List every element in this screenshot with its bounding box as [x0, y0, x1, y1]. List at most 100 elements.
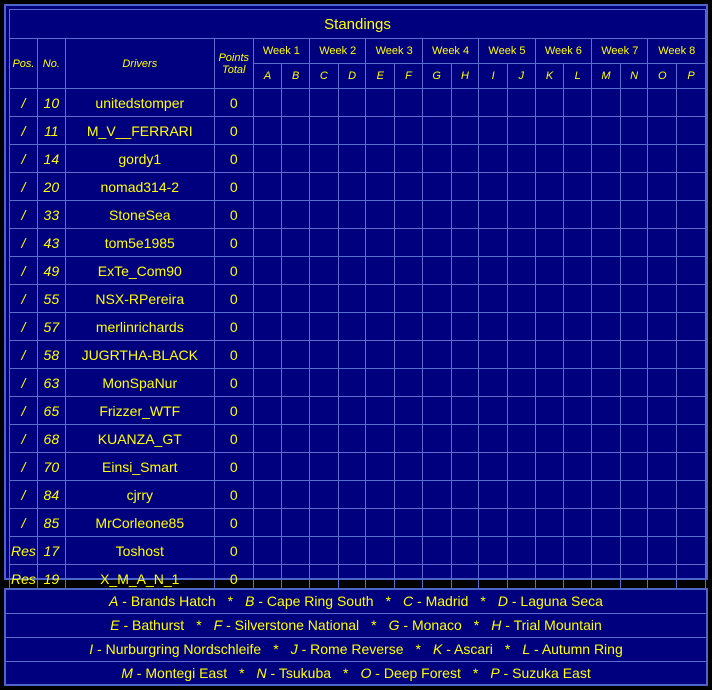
race-result-cell-h [450, 480, 480, 509]
position-cell: / [9, 88, 38, 117]
legend-separator: * [504, 641, 511, 657]
race-result-cell-e [365, 172, 396, 201]
race-result-cell-c [309, 480, 339, 509]
race-result-cell-a [252, 340, 283, 369]
race-result-cell-h [450, 172, 480, 201]
race-result-cell-m [591, 228, 621, 257]
legend-dash: - [254, 593, 267, 609]
legend-dash: - [530, 641, 542, 657]
position-cell: / [9, 368, 38, 397]
race-result-cell-j [506, 340, 536, 369]
race-result-cell-g [421, 480, 452, 509]
race-result-cell-a [252, 116, 283, 145]
header-week-4: Week 4 [421, 38, 480, 64]
race-result-cell-b [281, 340, 311, 369]
race-result-cell-h [450, 256, 480, 285]
driver-name-cell: MrCorleone85 [64, 508, 215, 537]
race-result-cell-c [309, 424, 339, 453]
race-result-cell-p [676, 424, 706, 453]
race-result-cell-m [591, 452, 621, 481]
legend-row: M - Montegi East * N - Tsukuba * O - Deep Fo… [6, 662, 706, 685]
car-number-cell: 10 [36, 88, 66, 117]
car-number-cell: 84 [36, 480, 66, 509]
race-result-cell-f [394, 172, 423, 201]
race-result-cell-l [563, 536, 593, 565]
table-row: /10 unitedstomper 0 [9, 88, 706, 117]
race-result-cell-k [534, 172, 565, 201]
race-result-cell-e [365, 88, 396, 117]
legend-track: Bathurst [132, 617, 185, 633]
race-result-cell-n [619, 172, 649, 201]
race-result-cell-d [337, 228, 367, 257]
car-number-cell: 33 [36, 200, 66, 229]
race-result-cell-j [506, 312, 536, 341]
race-result-cell-b [281, 396, 311, 425]
legend-dash: - [297, 641, 311, 657]
race-result-cell-n [619, 312, 649, 341]
legend-separator: * [480, 593, 486, 609]
track-legend: A - Brands Hatch * B - Cape Ring South * C -… [4, 588, 708, 686]
race-result-cell-k [534, 116, 565, 145]
legend-letter: C [403, 593, 414, 609]
race-result-cell-n [619, 256, 649, 285]
race-result-cell-n [619, 116, 649, 145]
race-result-cell-h [450, 144, 480, 173]
legend-letter: O [360, 665, 372, 681]
header-race-l: L [563, 63, 593, 89]
race-result-cell-l [563, 144, 593, 173]
race-result-cell-h [450, 368, 480, 397]
race-result-cell-f [394, 508, 423, 537]
race-result-cell-o [647, 144, 678, 173]
race-result-cell-k [534, 424, 565, 453]
race-result-cell-g [421, 340, 452, 369]
table-row: /85 MrCorleone85 0 [9, 508, 706, 537]
race-result-cell-d [337, 116, 367, 145]
race-result-cell-i [478, 200, 508, 229]
race-result-cell-l [563, 172, 593, 201]
race-result-cell-n [619, 508, 649, 537]
race-result-cell-h [450, 284, 480, 313]
race-result-cell-o [647, 340, 678, 369]
race-result-cell-p [676, 508, 706, 537]
driver-name-cell: merlinrichards [64, 312, 215, 341]
header-no: No. [36, 38, 66, 89]
legend-separator: * [415, 641, 421, 657]
position-cell: / [9, 228, 38, 257]
race-result-cell-b [281, 368, 311, 397]
table-row: /20 nomad314-2 0 [9, 172, 706, 201]
race-result-cell-b [281, 284, 311, 313]
position-cell: / [9, 312, 38, 341]
race-result-cell-a [252, 172, 283, 201]
race-result-cell-k [534, 508, 565, 537]
legend-item: H - Trial Mountain [491, 617, 602, 633]
race-result-cell-p [676, 396, 706, 425]
race-result-cell-f [394, 88, 423, 117]
points-total-cell: 0 [213, 200, 254, 229]
race-result-cell-j [506, 228, 536, 257]
race-result-cell-a [252, 256, 283, 285]
race-result-cell-g [421, 172, 452, 201]
race-result-cell-d [337, 88, 367, 117]
race-result-cell-o [647, 312, 678, 341]
legend-letter: M [121, 665, 133, 681]
race-result-cell-a [252, 200, 283, 229]
race-result-cell-d [337, 144, 367, 173]
position-cell: / [9, 116, 38, 145]
race-result-cell-b [281, 228, 311, 257]
legend-dash: - [501, 617, 514, 633]
race-result-cell-f [394, 424, 423, 453]
driver-name-cell: Frizzer_WTF [64, 396, 215, 425]
race-result-cell-h [450, 452, 480, 481]
driver-name-cell: nomad314-2 [64, 172, 215, 201]
race-result-cell-d [337, 508, 367, 537]
race-result-cell-k [534, 284, 565, 313]
race-result-cell-h [450, 228, 480, 257]
legend-track: Cape Ring South [266, 593, 374, 609]
race-result-cell-a [252, 284, 283, 313]
race-result-cell-o [647, 172, 678, 201]
car-number-cell: 17 [36, 536, 66, 565]
race-result-cell-p [676, 452, 706, 481]
header-points-line2: Total [222, 63, 246, 76]
legend-separator: * [196, 617, 202, 633]
legend-letter: D [497, 593, 508, 609]
